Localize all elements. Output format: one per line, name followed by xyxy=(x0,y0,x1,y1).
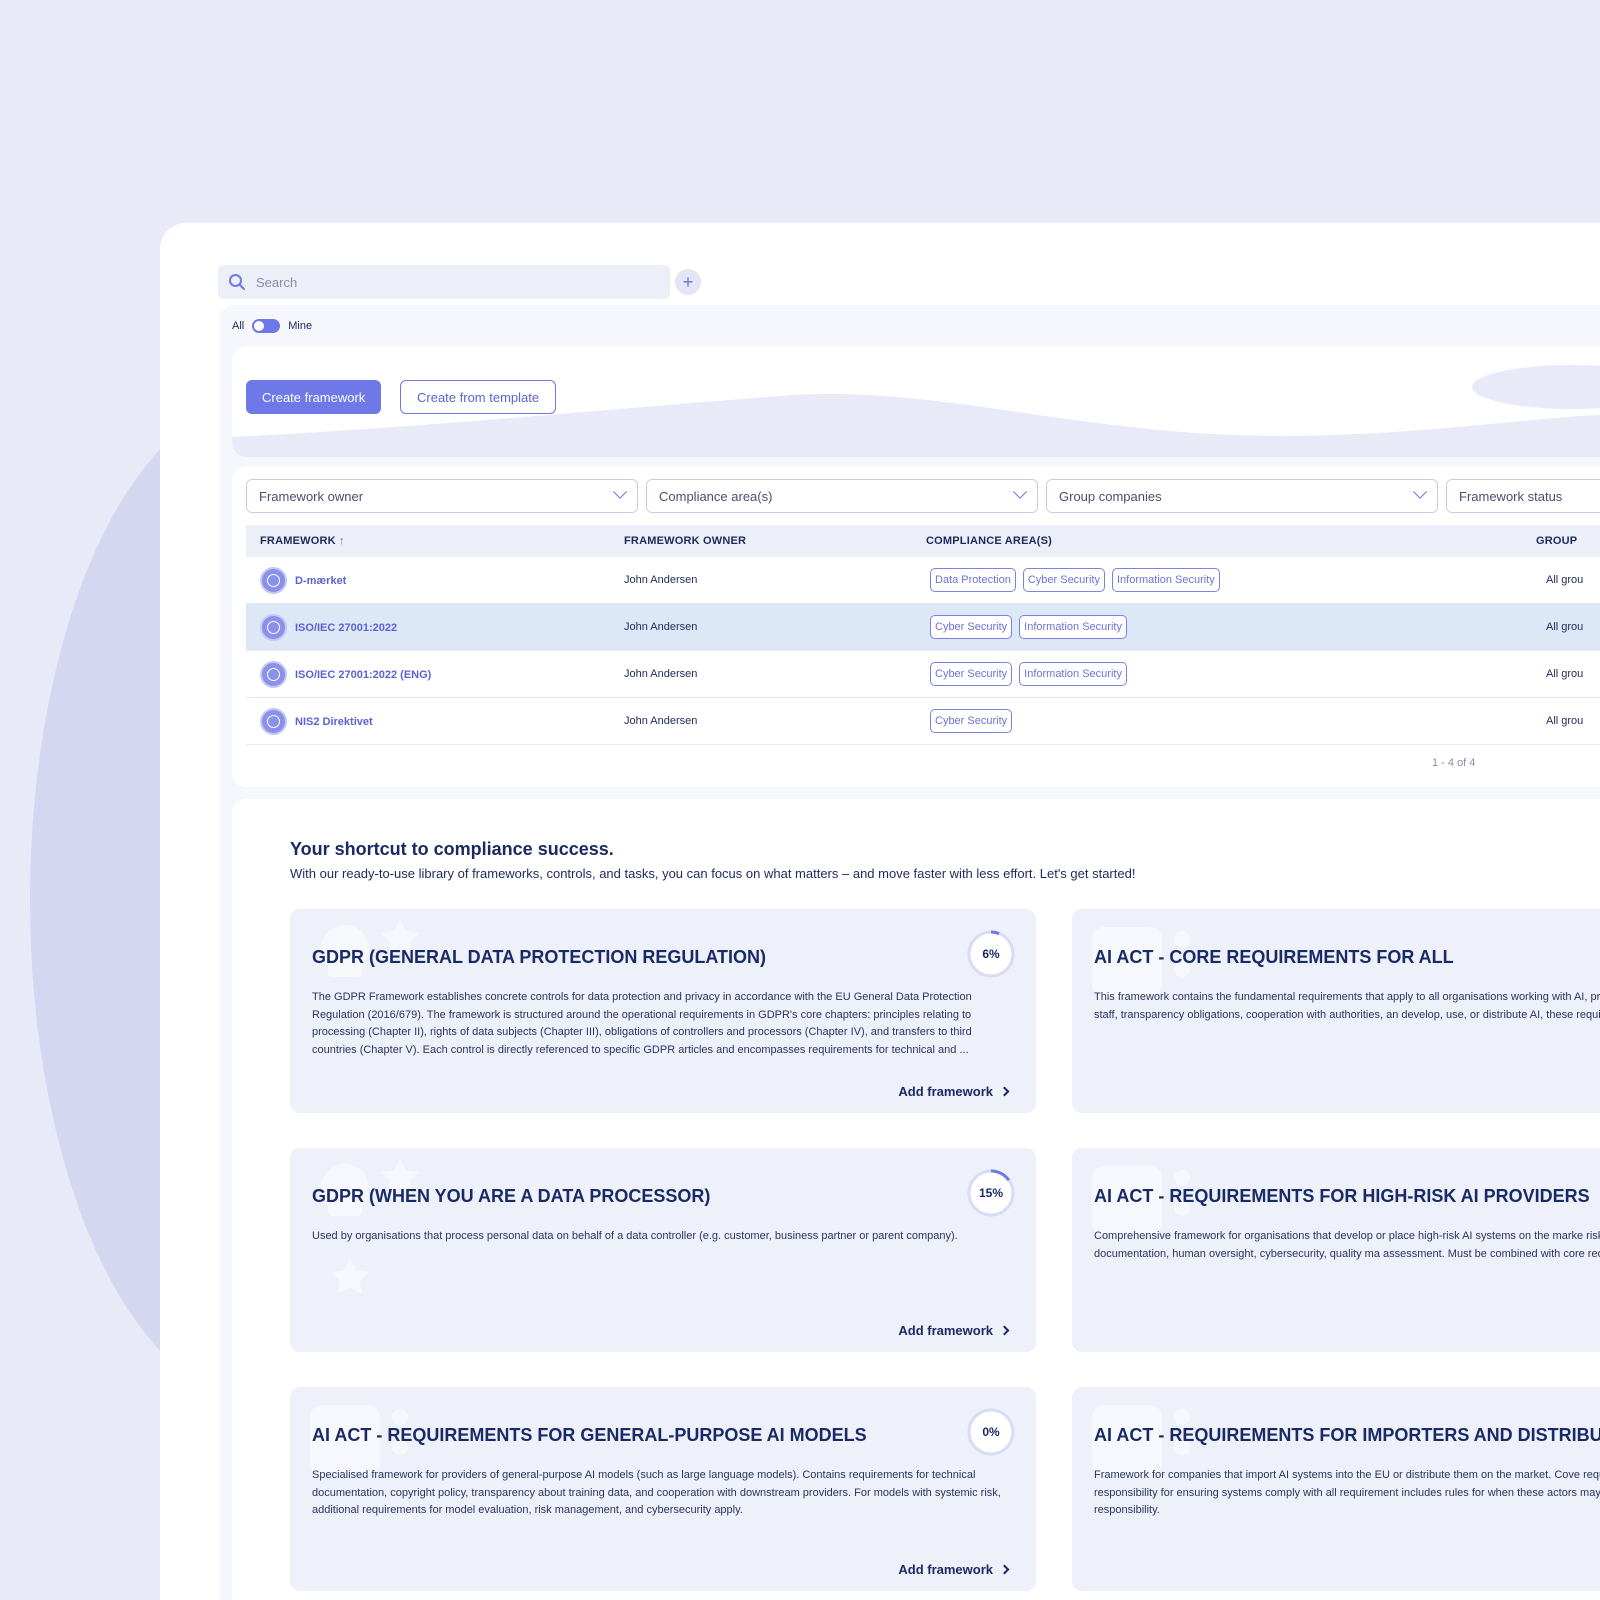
progress-ring: 15% xyxy=(967,1169,1015,1217)
group-companies: All grou xyxy=(1546,715,1584,727)
column-header-group[interactable]: GROUP xyxy=(1536,535,1577,547)
table-body: D-mærket John Andersen Data Protection C… xyxy=(246,557,1600,745)
table-row[interactable]: NIS2 Direktivet John Andersen Cyber Secu… xyxy=(246,698,1600,745)
filter-label: Group companies xyxy=(1059,488,1162,504)
compliance-tag: Data Protection xyxy=(930,568,1016,592)
card-description: The GDPR Framework establishes concrete … xyxy=(312,991,972,1056)
search-input[interactable] xyxy=(256,274,636,290)
sort-asc-icon: ↑ xyxy=(339,535,345,547)
framework-name[interactable]: D-mærket xyxy=(295,575,346,587)
library-subtitle: With our ready-to-use library of framewo… xyxy=(290,866,1136,881)
column-header-owner[interactable]: FRAMEWORK OWNER xyxy=(624,535,746,547)
card-title: AI ACT - REQUIREMENTS FOR HIGH-RISK AI P… xyxy=(1094,1186,1590,1206)
create-from-template-button[interactable]: Create from template xyxy=(400,380,557,414)
chevron-down-icon xyxy=(1412,484,1428,499)
pagination-info: 1 - 4 of 4 xyxy=(1432,757,1476,769)
filter-row: Framework owner Compliance area(s) Group… xyxy=(246,479,1600,513)
framework-owner: John Andersen xyxy=(624,668,698,680)
filter-label: Framework owner xyxy=(259,488,364,504)
compliance-tag: Cyber Security xyxy=(930,662,1013,686)
card-title: AI ACT - CORE REQUIREMENTS FOR ALL xyxy=(1094,947,1454,967)
compliance-tag: Information Security xyxy=(1019,615,1127,639)
chevron-right-icon xyxy=(999,1564,1010,1575)
toggle-label-all: All xyxy=(232,320,245,332)
library-title: Your shortcut to compliance success. xyxy=(290,839,614,859)
framework-owner: John Andersen xyxy=(624,574,698,586)
framework-badge-icon xyxy=(260,708,287,735)
card-description: Comprehensive framework for organisation… xyxy=(1094,1230,1600,1260)
column-header-compliance[interactable]: COMPLIANCE AREA(S) xyxy=(926,535,1052,547)
svg-text:6%: 6% xyxy=(982,947,1000,961)
card-description: Used by organisations that process perso… xyxy=(312,1230,958,1242)
filter-label: Framework status xyxy=(1459,488,1563,504)
framework-library: Your shortcut to compliance success. Wit… xyxy=(232,799,1600,1600)
framework-name[interactable]: NIS2 Direktivet xyxy=(295,716,373,728)
create-framework-button[interactable]: Create framework xyxy=(246,380,382,414)
progress-ring: 6% xyxy=(967,930,1015,978)
search-icon xyxy=(229,274,245,290)
add-button[interactable]: + xyxy=(675,269,701,295)
library-card-gdpr-processor[interactable]: GDPR (WHEN YOU ARE A DATA PROCESSOR) 15%… xyxy=(290,1148,1036,1352)
compliance-tag: Cyber Security xyxy=(1022,568,1105,592)
add-framework-link[interactable]: Add framework xyxy=(898,1562,1010,1577)
card-description: Framework for companies that import AI s… xyxy=(1094,1469,1600,1516)
filter-compliance-areas[interactable]: Compliance area(s) xyxy=(646,479,1038,513)
table-row[interactable]: ISO/IEC 27001:2022 (ENG) John Andersen C… xyxy=(246,651,1600,698)
add-framework-link[interactable]: Add framework xyxy=(898,1323,1010,1338)
framework-name[interactable]: ISO/IEC 27001:2022 xyxy=(295,622,397,634)
search-bar[interactable] xyxy=(218,265,670,299)
svg-text:0%: 0% xyxy=(982,1425,1000,1439)
column-header-framework[interactable]: FRAMEWORK ↑ xyxy=(260,535,345,547)
library-card-ai-act-importers[interactable]: AI ACT - REQUIREMENTS FOR IMPORTERS AND … xyxy=(1072,1387,1600,1591)
framework-badge-icon xyxy=(260,567,287,594)
group-companies: All grou xyxy=(1546,574,1584,586)
filter-group-companies[interactable]: Group companies xyxy=(1046,479,1438,513)
library-card-gdpr[interactable]: GDPR (GENERAL DATA PROTECTION REGULATION… xyxy=(290,909,1036,1113)
chevron-down-icon xyxy=(612,484,628,499)
framework-name[interactable]: ISO/IEC 27001:2022 (ENG) xyxy=(295,669,431,681)
progress-ring: 0% xyxy=(967,1408,1015,1456)
card-title: GDPR (WHEN YOU ARE A DATA PROCESSOR) xyxy=(312,1186,711,1206)
chevron-right-icon xyxy=(999,1325,1010,1336)
library-card-ai-act-gpai[interactable]: AI ACT - REQUIREMENTS FOR GENERAL-PURPOS… xyxy=(290,1387,1036,1591)
toggle-label-mine: Mine xyxy=(288,320,313,332)
frameworks-table-card: Framework owner Compliance area(s) Group… xyxy=(232,467,1600,787)
card-title: AI ACT - REQUIREMENTS FOR IMPORTERS AND … xyxy=(1094,1425,1600,1445)
table-header: FRAMEWORK ↑ FRAMEWORK OWNER COMPLIANCE A… xyxy=(246,525,1600,557)
table-row[interactable]: D-mærket John Andersen Data Protection C… xyxy=(246,557,1600,604)
library-card-ai-act-core[interactable]: AI ACT - CORE REQUIREMENTS FOR ALL This … xyxy=(1072,909,1600,1113)
filter-label: Compliance area(s) xyxy=(659,488,773,504)
table-row-selected[interactable]: ISO/IEC 27001:2022 John Andersen Cyber S… xyxy=(246,604,1600,651)
filter-framework-owner[interactable]: Framework owner xyxy=(246,479,638,513)
card-description: This framework contains the fundamental … xyxy=(1094,991,1600,1021)
card-description: Specialised framework for providers of g… xyxy=(312,1469,1001,1516)
compliance-tag: Cyber Security xyxy=(930,709,1013,733)
app-window: + All Mine Create framework Create from … xyxy=(160,223,1600,1600)
compliance-tag: Cyber Security xyxy=(930,615,1013,639)
svg-text:15%: 15% xyxy=(979,1186,1003,1200)
add-framework-link[interactable]: Add framework xyxy=(898,1084,1010,1099)
compliance-tag: Information Security xyxy=(1111,568,1220,592)
card-title: AI ACT - REQUIREMENTS FOR GENERAL-PURPOS… xyxy=(312,1425,867,1445)
compliance-tag: Information Security xyxy=(1019,662,1127,686)
decorative-stars-icon xyxy=(321,1158,419,1294)
library-card-ai-act-high-risk[interactable]: AI ACT - REQUIREMENTS FOR HIGH-RISK AI P… xyxy=(1072,1148,1600,1352)
group-companies: All grou xyxy=(1546,621,1584,633)
all-mine-toggle[interactable]: All Mine xyxy=(232,319,312,333)
card-title: GDPR (GENERAL DATA PROTECTION REGULATION… xyxy=(312,947,766,967)
action-card: Create framework Create from template xyxy=(232,347,1600,457)
group-companies: All grou xyxy=(1546,668,1584,680)
framework-badge-icon xyxy=(260,661,287,688)
framework-owner: John Andersen xyxy=(624,715,698,727)
chevron-down-icon xyxy=(1012,484,1028,499)
framework-owner: John Andersen xyxy=(624,621,698,633)
toggle-switch[interactable] xyxy=(252,319,281,333)
filter-framework-status[interactable]: Framework status xyxy=(1446,479,1600,513)
chevron-right-icon xyxy=(999,1086,1010,1097)
framework-badge-icon xyxy=(260,614,287,641)
